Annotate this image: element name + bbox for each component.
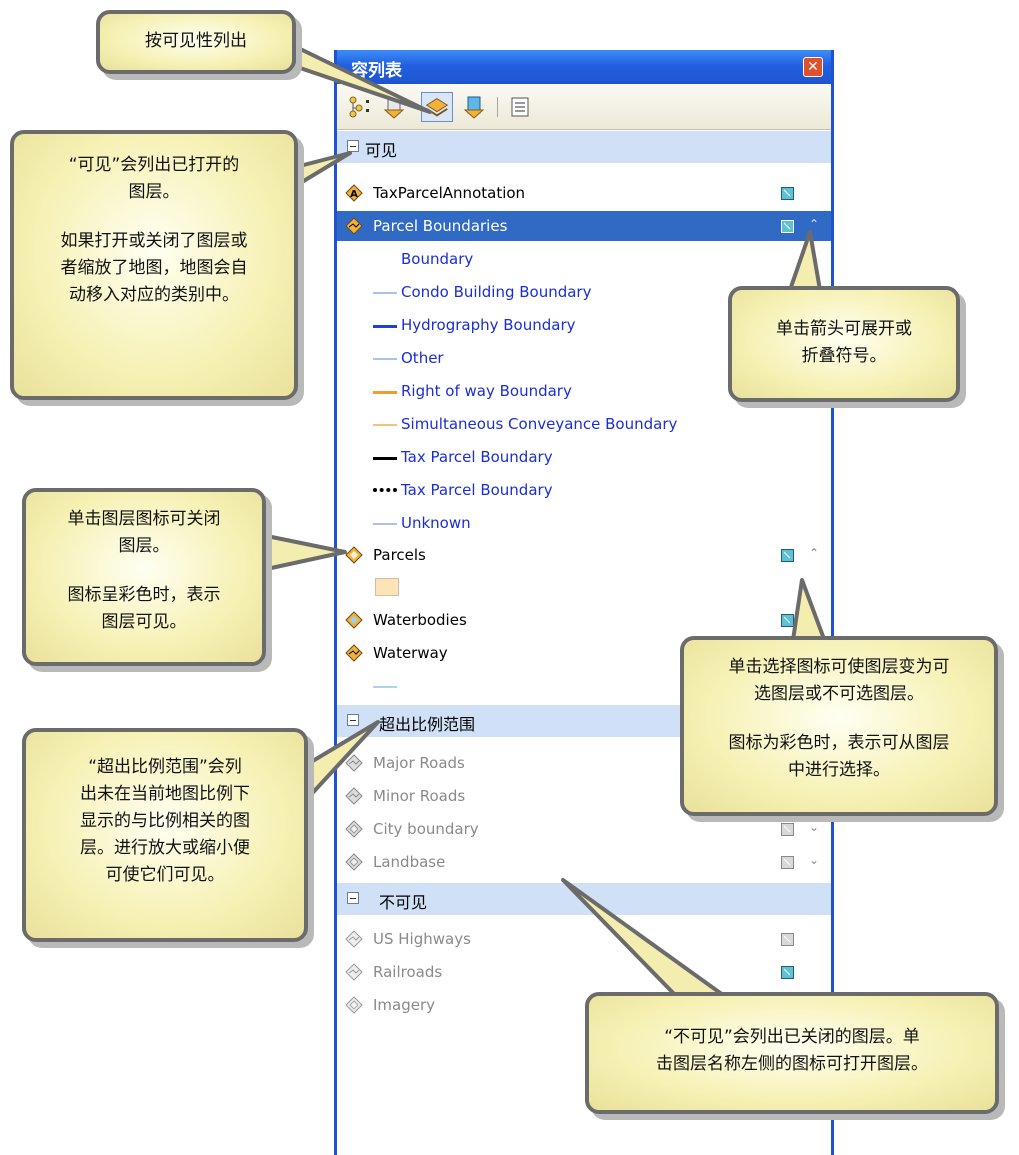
callout-text: 层。进行放大或缩小便 (80, 838, 250, 858)
pointer-expand (788, 230, 822, 292)
callout-text: 选图层或不可选图层。 (754, 684, 924, 704)
callout-text: 可使它们可见。 (105, 865, 225, 885)
callout-layer-icon: 单击图层图标可关闭 图层。 图标呈彩色时，表示 图层可见。 (22, 488, 266, 666)
callout-text: 单击选择图标可使图层变为可 (728, 657, 950, 677)
callout-visible: “可见”会列出已打开的 图层。 如果打开或关闭了图层或 者缩放了地图，地图会自 … (10, 130, 298, 400)
callout-text: “可见”会列出已打开的 (68, 155, 240, 175)
callout-not-visible: “不可见”会列出已关闭的图层。单 击图层名称左侧的图标可打开图层。 (585, 992, 999, 1114)
callout-text: 单击图层图标可关闭 (67, 509, 221, 529)
callout-text: 图标呈彩色时，表示 (67, 585, 221, 605)
callout-text: 显示的与比例相关的图 (80, 811, 250, 831)
callout-text: “超出比例范围”会列 (88, 757, 242, 777)
callout-text: 者缩放了地图，地图会自 (60, 258, 248, 278)
callout-text: 按可见性列出 (145, 31, 247, 51)
pointer-visible (290, 151, 352, 190)
callout-text: 中进行选择。 (788, 760, 890, 780)
callout-text: 折叠符号。 (801, 346, 887, 366)
pointer-layer-icon (260, 533, 347, 572)
callout-text: 图标为彩色时，表示可从图层 (728, 733, 950, 753)
callout-text: 图层。 (118, 536, 170, 556)
pointer-hidden (561, 878, 732, 1002)
callout-text: “不可见”会列出已关闭的图层。单 (664, 1027, 920, 1047)
pointer-scale (304, 720, 380, 802)
callout-list-by-visibility: 按可见性列出 (96, 10, 296, 74)
callout-expand: 单击箭头可展开或 折叠符号。 (728, 286, 960, 402)
callout-text: 动移入对应的类别中。 (69, 285, 239, 305)
callout-text: 图层可见。 (101, 612, 187, 632)
callout-selectable: 单击选择图标可使图层变为可 选图层或不可选图层。 图标为彩色时，表示可从图层 中… (680, 636, 998, 816)
callout-text: 击图层名称左侧的图标可打开图层。 (656, 1054, 928, 1074)
callout-text: 如果打开或关闭了图层或 (60, 231, 248, 251)
callout-text: 图层。 (128, 182, 180, 202)
callout-text: 出未在当前地图比例下 (80, 784, 250, 804)
pointer-visibility (288, 42, 432, 114)
callout-out-of-scale: “超出比例范围”会列 出未在当前地图比例下 显示的与比例相关的图 层。进行放大或… (22, 728, 308, 942)
callout-text: 单击箭头可展开或 (776, 319, 912, 339)
